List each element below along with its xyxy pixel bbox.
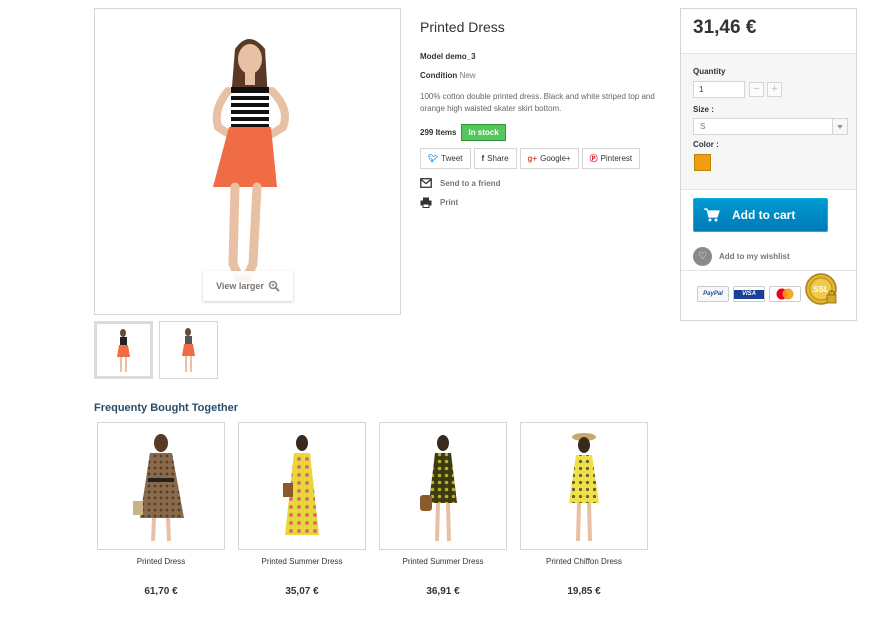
color-label: Color : [693,140,719,149]
fbt-product-price: 36,91 € [426,586,460,597]
fbt-product-name[interactable]: Printed Summer Dress [379,557,507,566]
size-label: Size : [693,105,714,114]
send-to-friend-label: Send to a friend [440,178,501,188]
stock-badge: In stock [461,124,506,141]
items-count: 299 Items [420,128,457,137]
twitter-icon: 🐦︎ [428,154,439,163]
product-price: 31,46 € [693,17,757,38]
pinterest-label: Pinterest [600,154,633,163]
fbt-product-price: 61,70 € [144,586,178,597]
print-link[interactable]: Print [420,197,458,208]
pinterest-icon: Ⓟ [589,154,598,163]
heart-icon: ♡ [693,247,712,266]
size-select[interactable]: S [693,118,848,135]
add-to-cart-button[interactable]: Add to cart [693,198,828,232]
product-image [569,433,599,542]
visa-logo: VISA [733,286,765,302]
thumbnail-image [117,329,130,372]
tweet-label: Tweet [441,154,463,163]
fbt-product-price: 35,07 € [285,586,319,597]
payment-logos: PayPal VISA SSL [697,273,839,307]
size-select-value: S [700,122,706,131]
buy-box: 31,46 € Quantity 1 − + Size : S Color : … [680,8,857,321]
product-image [133,434,184,542]
condition-label: Condition [420,71,458,80]
share-label: Share [487,154,509,163]
model-value: demo_3 [445,52,476,61]
pinterest-button[interactable]: Ⓟ Pinterest [581,148,641,169]
add-to-cart-label: Add to cart [732,208,796,222]
product-title: Printed Dress [420,19,505,35]
quantity-input[interactable]: 1 [693,81,745,98]
send-to-friend-link[interactable]: Send to a friend [420,178,500,188]
paypal-logo: PayPal [697,286,729,302]
condition-value: New [459,71,476,80]
product-image [420,435,457,542]
frequently-bought-title: Frequenty Bought Together [94,402,239,414]
model-figure [212,39,289,283]
condition: Condition New [420,71,476,80]
google-plus-icon: g+ [527,154,538,163]
chevron-down-icon [832,119,847,134]
product-description: 100% cotton double printed dress. Black … [420,92,655,113]
facebook-icon: f [481,154,485,163]
zoom-icon [268,280,280,292]
facebook-share-button[interactable]: f Share [473,148,517,169]
color-swatch-orange[interactable] [694,154,711,171]
wishlist-label: Add to my wishlist [719,252,790,261]
fbt-product-image[interactable] [97,422,225,550]
social-share-bar: 🐦︎ Tweet f Share g+ Google+ Ⓟ Pinterest [420,148,641,169]
fbt-product-name[interactable]: Printed Dress [97,557,225,566]
thumbnail-image [182,328,195,372]
printer-icon [420,197,432,208]
quantity-label: Quantity [693,67,726,76]
price-area: 31,46 € [681,9,856,53]
model-label: Model [420,52,444,61]
thumbnail-1[interactable] [94,321,153,379]
divider [681,270,856,271]
svg-text:SSL: SSL [813,285,829,294]
add-to-wishlist-link[interactable]: ♡ Add to my wishlist [693,247,790,266]
fbt-product-image[interactable] [238,422,366,550]
cart-icon [704,208,720,222]
fbt-product-image[interactable] [520,422,648,550]
fbt-product-price: 19,85 € [567,586,601,597]
thumbnail-2[interactable] [159,321,218,379]
mastercard-logo [769,286,801,302]
envelope-icon [420,178,432,188]
ssl-badge-icon: SSL [805,273,837,305]
fbt-product-name[interactable]: Printed Summer Dress [238,557,366,566]
model-reference: Model demo_3 [420,52,476,61]
google-plus-button[interactable]: g+ Google+ [519,148,579,169]
tweet-button[interactable]: 🐦︎ Tweet [420,148,471,169]
view-larger-label: View larger [216,281,264,291]
quantity-increase-button[interactable]: + [767,82,782,97]
print-label: Print [440,198,459,207]
fbt-product-name[interactable]: Printed Chiffon Dress [520,557,648,566]
main-product-image[interactable]: View larger [94,8,401,315]
product-image [283,435,319,535]
stock-info: 299 Items In stock [420,124,506,141]
product-options: Quantity 1 − + Size : S Color : [681,53,856,190]
quantity-decrease-button[interactable]: − [749,82,764,97]
view-larger-button[interactable]: View larger [203,271,293,301]
fbt-product-image[interactable] [379,422,507,550]
google-label: Google+ [540,154,571,163]
